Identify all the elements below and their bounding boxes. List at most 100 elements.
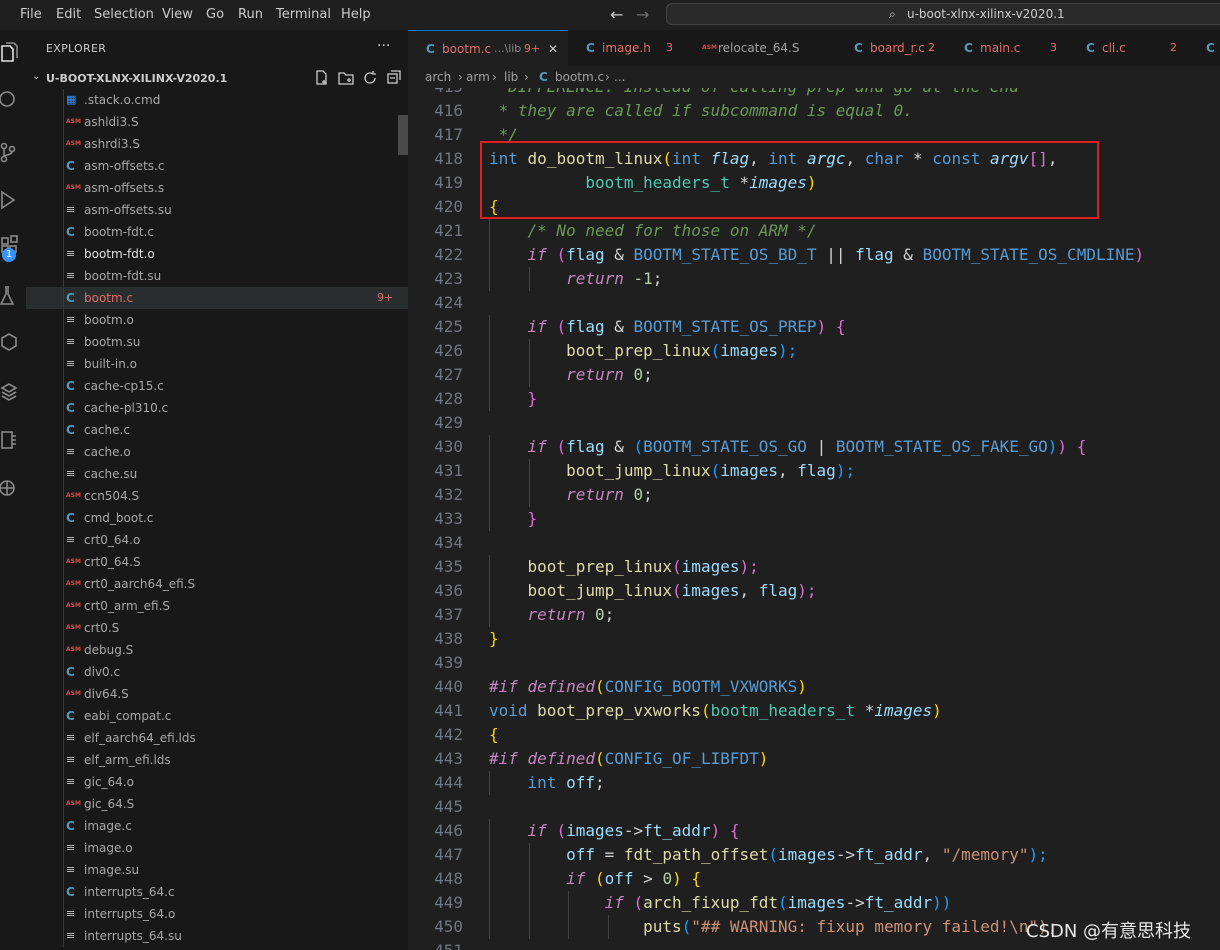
file-item[interactable]: ASM div64.S <box>26 683 408 705</box>
asm-file-icon: ASM <box>66 140 81 147</box>
file-name: cache-cp15.c <box>84 379 164 393</box>
file-item[interactable]: ≡ interrupts_64.su <box>26 925 408 947</box>
breadcrumb-arch[interactable]: arch <box>425 66 451 88</box>
breadcrumb-file[interactable]: bootm.c <box>555 66 604 88</box>
breadcrumb-symbol[interactable]: ... <box>614 66 625 88</box>
run-debug-icon[interactable] <box>0 188 20 212</box>
code-token: )) <box>932 893 952 912</box>
file-item[interactable]: Ceabi_compat.c <box>26 705 408 727</box>
code-token: ( <box>710 461 721 480</box>
new-file-icon[interactable] <box>314 70 330 86</box>
file-item[interactable]: ≡ cache.su <box>26 463 408 485</box>
code-text: boot_jump_linux(images, flag); <box>489 579 817 603</box>
file-item[interactable]: ASM crt0.S <box>26 617 408 639</box>
file-item[interactable]: ≡ bootm-fdt.o <box>26 243 408 265</box>
file-item[interactable]: Ccache.c <box>26 419 408 441</box>
editor-tab[interactable]: Ccli.c 2 <box>1068 30 1188 66</box>
refresh-icon[interactable] <box>362 70 378 86</box>
file-name: .stack.o.cmd <box>84 93 161 107</box>
file-item[interactable]: ≡ bootm.su <box>26 331 408 353</box>
indent-guide <box>63 749 64 771</box>
breadcrumb-arm[interactable]: arm <box>466 66 490 88</box>
collapse-all-icon[interactable] <box>386 70 402 86</box>
file-item[interactable]: Cbootm-fdt.c <box>26 221 408 243</box>
menu-file[interactable]: File <box>20 0 42 30</box>
menu-edit[interactable]: Edit <box>56 0 81 30</box>
explorer-scrollbar[interactable] <box>398 115 408 155</box>
workspace-folder-header[interactable]: ⌄ U-BOOT-XLNX-XILINX-V2020.1 <box>26 68 408 90</box>
file-item[interactable]: ≡ image.o <box>26 837 408 859</box>
file-item[interactable]: ≡ bootm.o <box>26 309 408 331</box>
editor-tab[interactable]: C <box>1188 30 1220 66</box>
menu-selection[interactable]: Selection <box>94 0 154 30</box>
remote-explorer-icon[interactable] <box>0 332 20 356</box>
file-item[interactable]: ≡ asm-offsets.su <box>26 199 408 221</box>
file-item[interactable]: ≡ gic_64.o <box>26 771 408 793</box>
asm-file-icon: ASM <box>66 800 81 807</box>
file-item[interactable]: ASM crt0_arm_efi.S <box>26 595 408 617</box>
more-actions-icon[interactable]: ··· <box>377 38 390 54</box>
code-text: if (arch_fixup_fdt(images->ft_addr)) <box>489 891 952 915</box>
editor-tab[interactable]: Cbootm.c ...\lib 9+ ✕ <box>408 30 568 66</box>
editor-tab[interactable]: Cimage.h 3 <box>568 30 684 66</box>
editor-tab[interactable]: ASM relocate_64.S <box>684 30 836 66</box>
device-board-icon[interactable] <box>0 428 20 452</box>
editor-tab[interactable]: Cmain.c 3 <box>946 30 1068 66</box>
code-text: return -1; <box>489 267 662 291</box>
file-item[interactable]: Ccmd_boot.c <box>26 507 408 529</box>
chevron-down-icon[interactable]: ⌄ <box>32 71 40 82</box>
code-token: DIFFERENCE: Instead of calling prep and … <box>489 88 1019 96</box>
code-token: return <box>566 269 624 288</box>
file-item[interactable]: ≡ crt0_64.o <box>26 529 408 551</box>
command-center-search[interactable]: ⌕ u-boot-xlnx-xilinx-v2020.1 <box>666 3 1220 25</box>
forward-arrow-icon[interactable]: → <box>636 5 649 24</box>
file-item[interactable]: ≡ elf_arm_efi.lds <box>26 749 408 771</box>
new-folder-icon[interactable] <box>338 70 354 86</box>
file-item[interactable]: ≡ image.su <box>26 859 408 881</box>
source-control-icon[interactable] <box>0 140 20 164</box>
file-item[interactable]: ASM ashldi3.S <box>26 111 408 133</box>
file-item[interactable]: ASM ashrdi3.S <box>26 133 408 155</box>
file-item[interactable]: Cimage.c <box>26 815 408 837</box>
editor-tab[interactable]: Cboard_r.c 2 <box>836 30 946 66</box>
close-tab-icon[interactable]: ✕ <box>548 31 558 66</box>
search-icon[interactable] <box>0 88 20 112</box>
file-item[interactable]: ASM asm-offsets.s <box>26 177 408 199</box>
file-item[interactable]: ≡ interrupts_64.o <box>26 903 408 925</box>
file-item[interactable]: ≡ elf_aarch64_efi.lds <box>26 727 408 749</box>
file-item[interactable]: ≡ bootm-fdt.su <box>26 265 408 287</box>
code-token: ( <box>594 677 605 696</box>
indent-guide <box>63 771 64 793</box>
file-item[interactable]: Cinterrupts_64.c <box>26 881 408 903</box>
menu-go[interactable]: Go <box>206 0 224 30</box>
file-item[interactable]: Casm-offsets.c <box>26 155 408 177</box>
file-item[interactable]: ASM crt0_64.S <box>26 551 408 573</box>
file-item[interactable]: ▦ .stack.o.cmd <box>26 89 408 111</box>
file-item[interactable]: ASM debug.S <box>26 639 408 661</box>
menu-terminal[interactable]: Terminal <box>276 0 331 30</box>
menu-view[interactable]: View <box>162 0 193 30</box>
file-item[interactable]: ≡ built-in.o <box>26 353 408 375</box>
line-number: 442 <box>434 725 463 744</box>
code-token: ft_addr <box>855 845 923 864</box>
code-token: #if <box>489 749 518 768</box>
account-globe-icon[interactable] <box>0 476 20 500</box>
file-item[interactable]: Ccache-cp15.c <box>26 375 408 397</box>
file-item[interactable]: ASM crt0_aarch64_efi.S <box>26 573 408 595</box>
code-token: 0 <box>633 485 644 504</box>
file-item[interactable]: ASM ccn504.S <box>26 485 408 507</box>
line-number: 444 <box>434 773 463 792</box>
breadcrumb-lib[interactable]: lib <box>504 66 518 88</box>
stack-layers-icon[interactable] <box>0 380 20 404</box>
asm-file-icon: ASM <box>66 646 81 653</box>
explorer-files-icon[interactable] <box>0 42 20 66</box>
testing-flask-icon[interactable] <box>0 284 20 308</box>
file-item[interactable]: Cbootm.c 9+ <box>26 287 408 309</box>
file-item[interactable]: Ccache-pl310.c <box>26 397 408 419</box>
back-arrow-icon[interactable]: ← <box>610 5 623 24</box>
file-item[interactable]: ≡ cache.o <box>26 441 408 463</box>
menu-run[interactable]: Run <box>238 0 263 30</box>
menu-help[interactable]: Help <box>341 0 371 30</box>
file-item[interactable]: ASM gic_64.S <box>26 793 408 815</box>
file-item[interactable]: Cdiv0.c <box>26 661 408 683</box>
